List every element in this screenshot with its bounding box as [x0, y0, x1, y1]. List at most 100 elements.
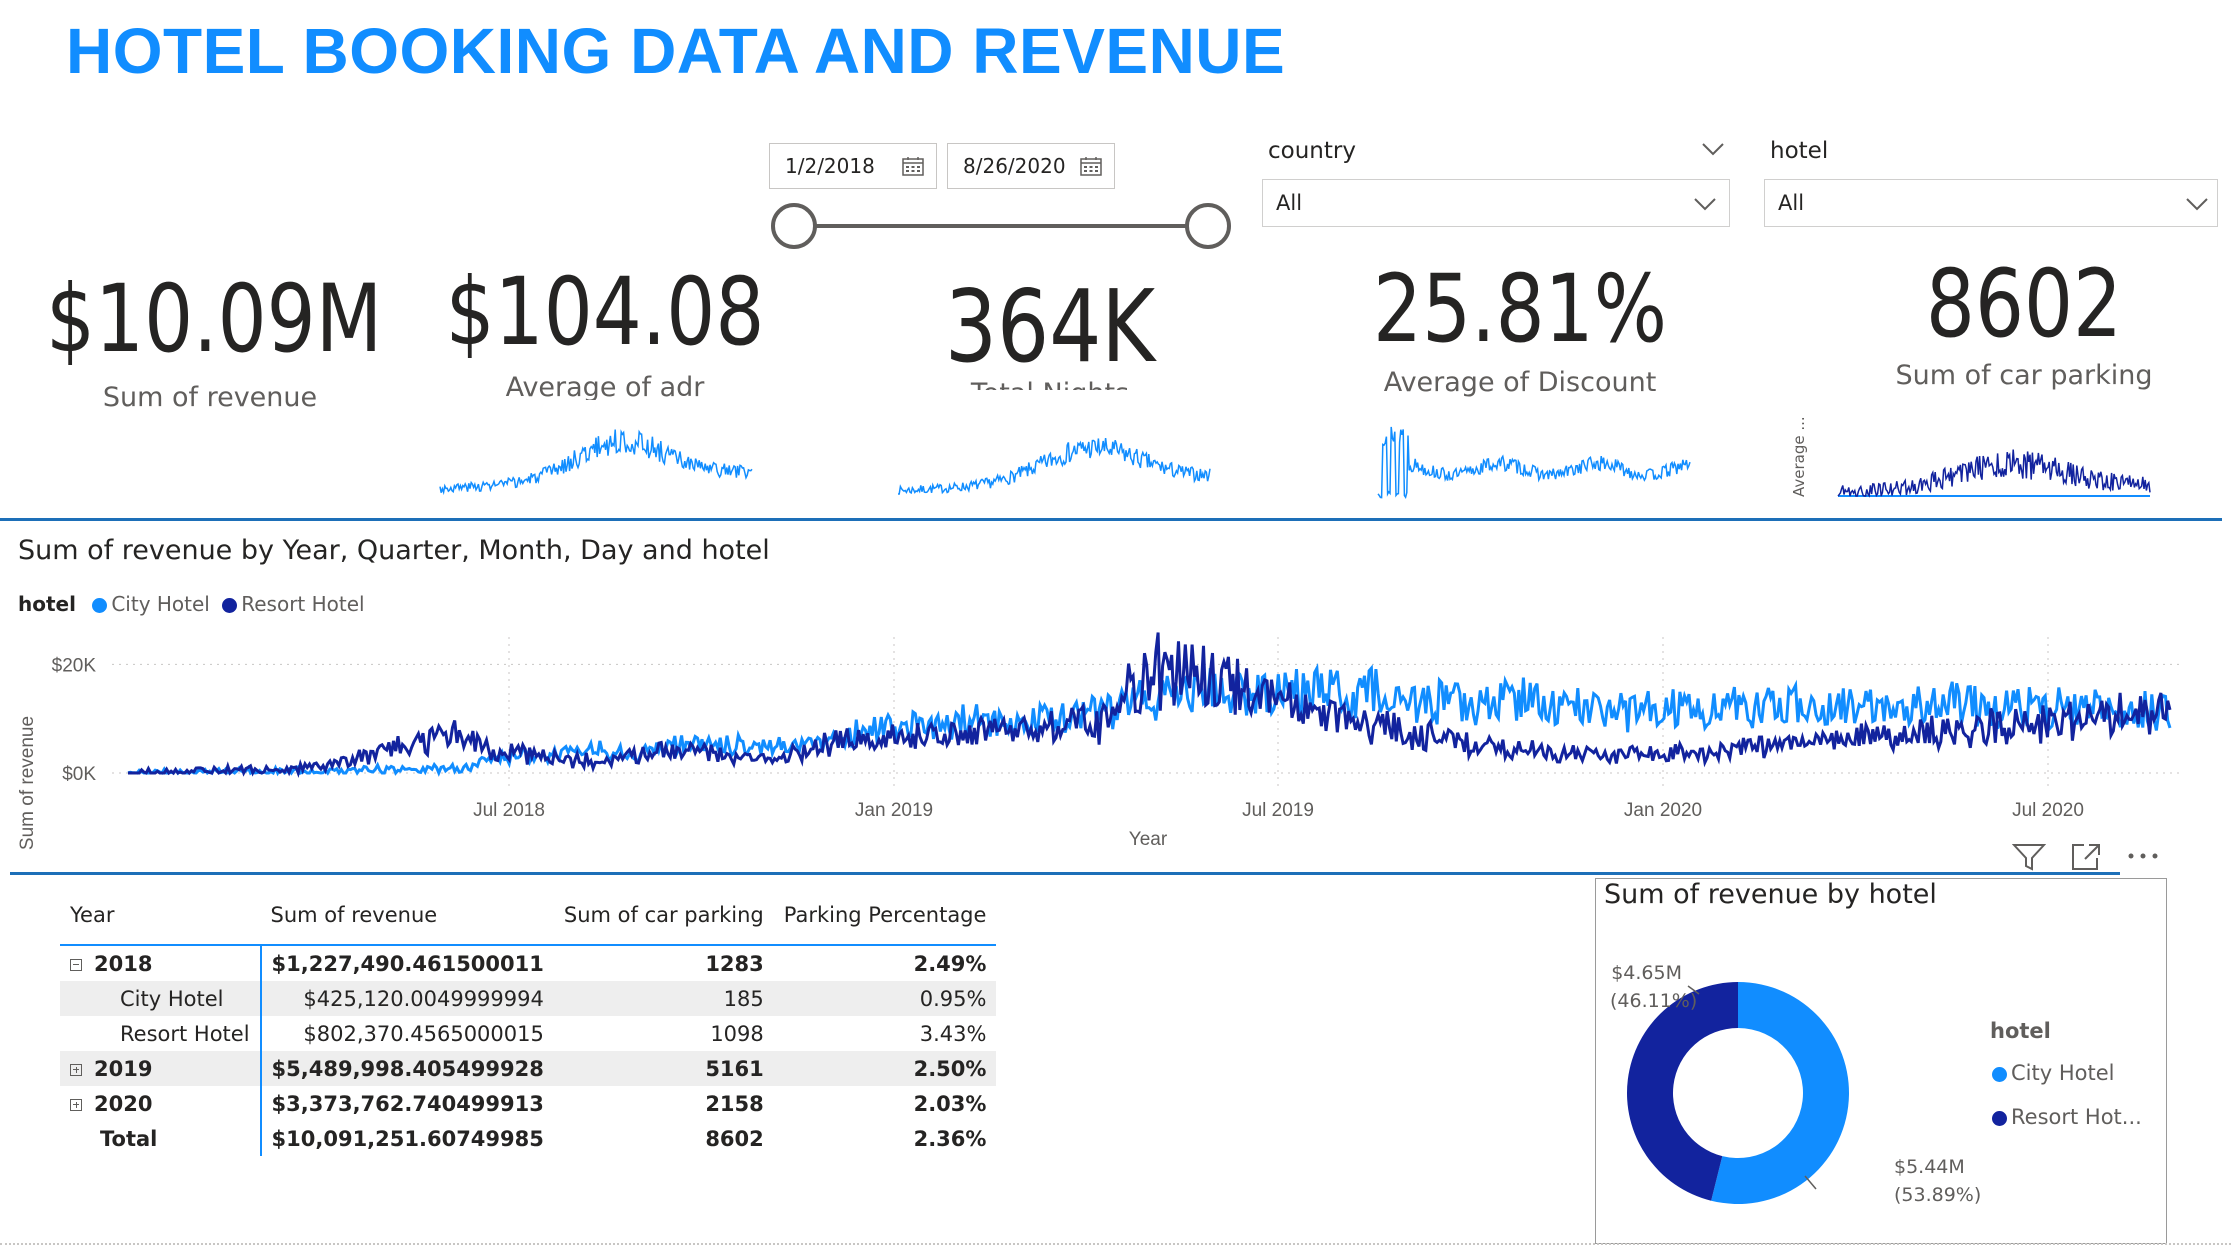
date-range-slider[interactable]	[768, 200, 1232, 252]
page-title: HOTEL BOOKING DATA AND REVENUE	[66, 15, 1286, 87]
country-dropdown-value: All	[1276, 191, 1303, 215]
donut-legend-resort[interactable]: Resort Hot...	[1992, 1105, 2142, 1129]
legend-city-label: City Hotel	[2011, 1061, 2115, 1085]
chevron-down-icon[interactable]	[1701, 142, 1725, 156]
column-header-parking[interactable]: Sum of car parking	[553, 886, 774, 946]
cell-percentage: 0.95%	[773, 981, 997, 1016]
cell-revenue: $3,373,762.740499913	[271, 1091, 544, 1116]
x-tick-label: Jan 2020	[1624, 800, 1702, 821]
start-date-input[interactable]: 1/2/2018	[769, 143, 937, 189]
kpi-nights-label: Total Nights	[850, 378, 1250, 390]
row-header: City Hotel	[60, 981, 262, 1016]
focus-mode-icon[interactable]	[2070, 842, 2102, 872]
kpi-parking-value: 8602	[1925, 250, 2123, 359]
label-leader-line	[1804, 1175, 1817, 1190]
legend-city-dot	[1992, 1066, 2007, 1082]
legend-title: hotel	[18, 592, 76, 616]
row-header: 2018	[60, 945, 262, 981]
donut-chart-frame[interactable]: Sum of revenue by hotel $4.65M (46.11%) …	[1595, 878, 2167, 1244]
column-header-percentage[interactable]: Parking Percentage	[773, 886, 997, 946]
chevron-down-icon[interactable]	[2185, 197, 2209, 211]
city-percent-label: (53.89%)	[1894, 1184, 1982, 1206]
x-tick-label: Jul 2018	[473, 800, 545, 821]
expand-icon[interactable]	[70, 1098, 82, 1111]
city-data-label: $5.44M (53.89%)	[1894, 1153, 1981, 1209]
adr-sparkline-line	[439, 429, 753, 496]
x-axis-title: Year	[1129, 829, 1168, 850]
end-date-input[interactable]: 8/26/2020	[947, 143, 1115, 189]
row-label: 2018	[94, 951, 153, 976]
cell-percentage: 3.43%	[919, 1021, 987, 1046]
legend-resort-dot	[222, 598, 238, 613]
cell-revenue: $802,370.4565000015	[303, 1021, 544, 1046]
revenue-chart-legend: hotel City Hotel Resort Hotel	[18, 592, 365, 616]
hotel-dropdown[interactable]: All	[1764, 179, 2218, 227]
kpi-discount-label: Average of Discount	[1383, 367, 1657, 398]
table-row[interactable]: Resort Hotel $802,370.4565000015 1098 3.…	[60, 1016, 996, 1051]
legend-city-label: City Hotel	[111, 592, 210, 616]
resort-percent-label: (46.11%)	[1610, 990, 1698, 1012]
calendar-icon[interactable]	[1080, 156, 1102, 176]
cell-percentage: 2.03%	[913, 1091, 987, 1116]
cell-revenue: $5,489,998.405499928	[260, 1051, 554, 1086]
cell-revenue: $1,227,490.461500011	[271, 951, 544, 976]
country-slicer-label: country	[1268, 138, 1356, 164]
cell-parking: 8602	[705, 1126, 764, 1151]
kpi-nights-value: 364K	[944, 268, 1156, 385]
expand-icon[interactable]	[70, 1063, 82, 1076]
cell-parking: 185	[553, 981, 774, 1016]
adr-sparkline	[439, 429, 753, 496]
nights-sparkline	[898, 438, 1211, 495]
table-row[interactable]: 2020 $3,373,762.740499913 2158 2.03%	[60, 1086, 996, 1121]
column-header-year[interactable]: Year	[60, 886, 261, 946]
cell-parking: 1283	[705, 951, 764, 976]
revenue-chart-title: Sum of revenue by Year, Quarter, Month, …	[18, 535, 770, 566]
cell-parking: 2158	[705, 1091, 764, 1116]
kpi-adr-label: Average of adr	[505, 372, 705, 400]
row-label: 2020	[94, 1091, 153, 1116]
slider-end-handle[interactable]	[1185, 203, 1231, 249]
row-label: 2019	[94, 1056, 153, 1081]
parking-sparkline-line	[1837, 449, 2151, 498]
cell-percentage: 2.36%	[913, 1126, 987, 1151]
legend-resort-label: Resort Hotel	[241, 592, 365, 616]
country-dropdown[interactable]: All	[1262, 179, 1730, 227]
cell-percentage: 2.49%	[913, 951, 987, 976]
revenue-line-chart[interactable]: Sum of revenue $0K $20K Jul 2018 Jan 2019 Ju…	[0, 625, 2231, 855]
section-divider	[0, 518, 2222, 521]
resort-value-label: $4.65M	[1611, 962, 1682, 984]
x-tick-label: Jan 2019	[855, 800, 933, 821]
column-header-revenue[interactable]: Sum of revenue	[260, 886, 554, 946]
y-axis-title: Sum of revenue	[17, 716, 38, 850]
y-tick-label: $20K	[52, 655, 97, 676]
chevron-down-icon[interactable]	[1693, 197, 1717, 211]
table-row[interactable]: 2019 $5,489,998.405499928 5161 2.50%	[60, 1051, 997, 1086]
donut-legend-city[interactable]: City Hotel	[1992, 1061, 2114, 1085]
row-header: Resort Hotel	[60, 1016, 262, 1051]
parking-sparkline-axis: Average ...	[1790, 415, 1820, 497]
kpi-revenue-value: $10.09M	[46, 265, 383, 374]
slider-start-handle[interactable]	[771, 203, 817, 249]
revenue-matrix[interactable]: Year Sum of revenue Sum of car parking P…	[60, 886, 997, 1156]
page-bottom-border	[0, 1243, 2231, 1245]
row-header: 2020	[60, 1086, 262, 1121]
legend-city-dot	[92, 598, 108, 613]
calendar-icon[interactable]	[902, 156, 924, 176]
legend-resort-label: Resort Hot...	[2011, 1105, 2142, 1129]
cell-percentage: 2.50%	[773, 1051, 997, 1086]
start-date-value: 1/2/2018	[785, 154, 875, 178]
more-options-icon[interactable]	[2126, 848, 2160, 864]
cell-revenue: $425,120.0049999994	[260, 981, 554, 1016]
table-row[interactable]: 2018 $1,227,490.461500011 1283 2.49%	[60, 945, 996, 981]
collapse-icon[interactable]	[70, 958, 82, 971]
cell-parking: 1098	[710, 1021, 764, 1046]
discount-sparkline	[1377, 426, 1691, 499]
end-date-value: 8/26/2020	[963, 154, 1066, 178]
section-divider	[10, 872, 2120, 875]
donut-legend-title: hotel	[1990, 1019, 2051, 1043]
filter-icon[interactable]	[2012, 842, 2046, 872]
table-row[interactable]: City Hotel $425,120.0049999994 185 0.95%	[60, 981, 997, 1016]
legend-resort-dot	[1992, 1110, 2007, 1126]
cell-parking: 5161	[553, 1051, 774, 1086]
table-total-row[interactable]: Total $10,091,251.60749985 8602 2.36%	[60, 1121, 996, 1156]
